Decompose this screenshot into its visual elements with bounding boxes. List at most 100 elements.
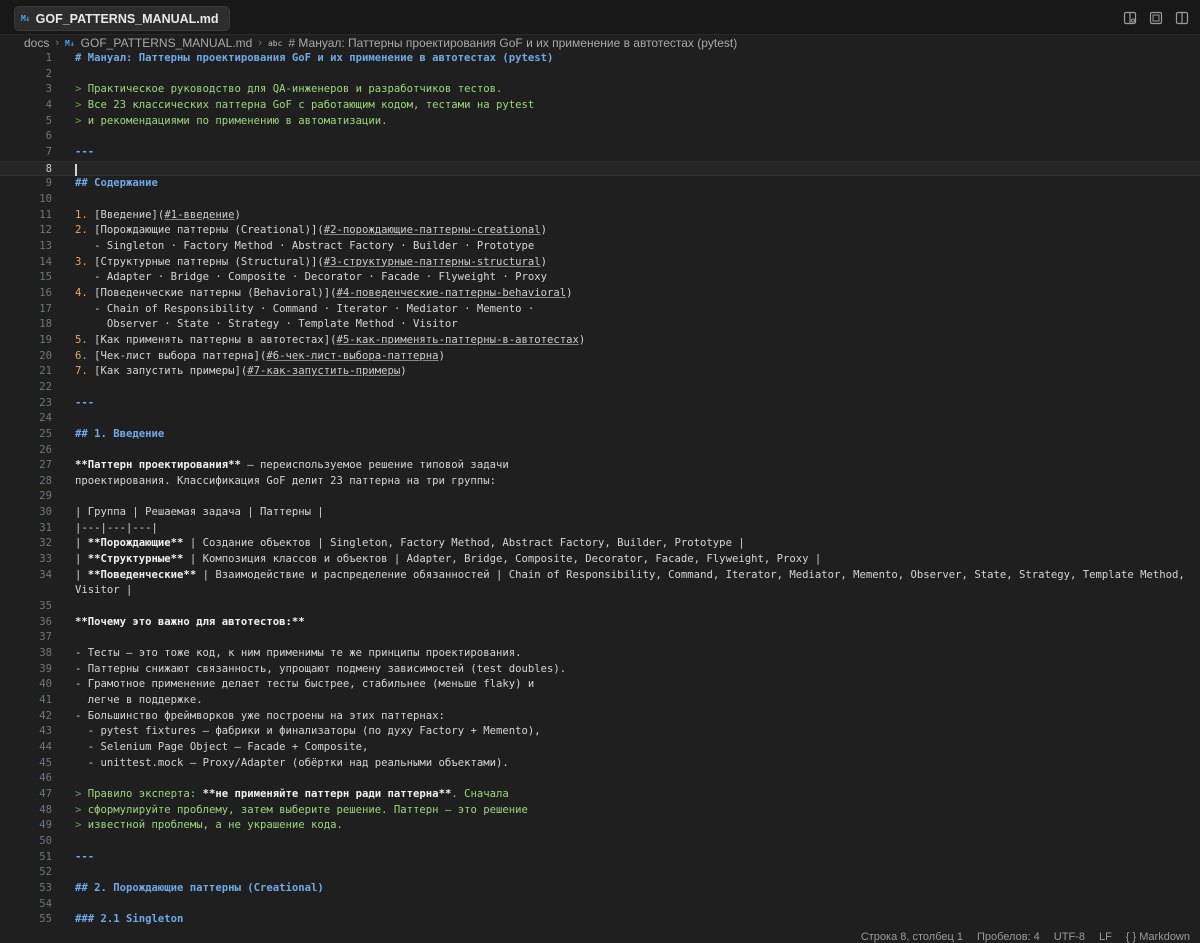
- editor-line[interactable]: 26: [0, 443, 1200, 459]
- token[interactable]: #4-поведенческие-паттерны-behavioral: [337, 287, 567, 299]
- status-language[interactable]: { } Markdown: [1126, 931, 1190, 943]
- editor-line[interactable]: 13 - Singleton · Factory Method · Abstra…: [0, 239, 1200, 255]
- token: [Как применять паттерны в автотестах](: [94, 333, 337, 346]
- editor-line[interactable]: 22: [0, 380, 1200, 396]
- editor-line[interactable]: 36 **Почему это важно для автотестов:**: [0, 615, 1200, 631]
- line-content: > известной проблемы, а не украшение код…: [75, 818, 343, 834]
- editor-line[interactable]: 15 - Adapter · Bridge · Composite · Deco…: [0, 270, 1200, 286]
- editor-line[interactable]: 40 - Грамотное применение делает тесты бы…: [0, 677, 1200, 693]
- line-number: 10: [39, 192, 52, 205]
- editor-line[interactable]: 32 | **Порождающие** | Создание объектов …: [0, 536, 1200, 552]
- editor-line[interactable]: 51 ---: [0, 850, 1200, 866]
- token: - Большинство фреймворков уже построены …: [75, 709, 445, 722]
- editor-line[interactable]: 52: [0, 865, 1200, 881]
- line-number: 54: [39, 897, 52, 910]
- editor-line[interactable]: 53 ## 2. Порождающие паттерны (Creational…: [0, 881, 1200, 897]
- line-content: **Паттерн проектирования** — переиспольз…: [75, 458, 509, 474]
- editor-line[interactable]: 17 - Chain of Responsibility · Command ·…: [0, 302, 1200, 318]
- status-position[interactable]: Строка 8, столбец 1: [861, 931, 963, 943]
- editor-line[interactable]: 47 > Правило эксперта: **не применяйте па…: [0, 787, 1200, 803]
- editor-line[interactable]: 2: [0, 67, 1200, 83]
- editor-line[interactable]: 25 ## 1. Введение: [0, 427, 1200, 443]
- editor-line[interactable]: 28 проектирования. Классификация GoF дели…: [0, 474, 1200, 490]
- token: [Поведенческие паттерны (Behavioral)](: [94, 286, 337, 299]
- line-content: > Практическое руководство для QA-инжене…: [75, 82, 502, 98]
- editor-line[interactable]: 4 > Все 23 классических паттерна GoF с ра…: [0, 98, 1200, 114]
- editor-line[interactable]: 48 > сформулируйте проблему, затем выбери…: [0, 803, 1200, 819]
- editor-line[interactable]: 49 > известной проблемы, а не украшение к…: [0, 818, 1200, 834]
- tab-gof-manual[interactable]: M↓ GOF_PATTERNS_MANUAL.md: [14, 6, 230, 31]
- editor-line[interactable]: 50: [0, 834, 1200, 850]
- token: ### 2.1 Singleton: [75, 913, 184, 926]
- line-number: 33: [39, 553, 52, 566]
- status-spaces[interactable]: Пробелов: 4: [977, 931, 1040, 943]
- editor-line[interactable]: 1 # Мануал: Паттерны проектирования GoF и…: [0, 51, 1200, 67]
- editor-line[interactable]: 54: [0, 897, 1200, 913]
- token[interactable]: #5-как-применять-паттерны-в-автотестах: [337, 334, 579, 346]
- editor-line[interactable]: 5 > и рекомендациями по применению в авто…: [0, 114, 1200, 130]
- editor-line[interactable]: 10: [0, 192, 1200, 208]
- token[interactable]: #7-как-запустить-примеры: [247, 365, 400, 377]
- editor-line[interactable]: 35: [0, 599, 1200, 615]
- token: — переиспользуемое решение типовой задач…: [240, 459, 509, 472]
- editor-line[interactable]: 19 5. [Как применять паттерны в автотеста…: [0, 333, 1200, 349]
- token[interactable]: #6-чек-лист-выбора-паттерна: [266, 350, 438, 362]
- markdown-icon: M↓: [21, 14, 30, 23]
- editor-line[interactable]: 39 - Паттерны снижают связанность, упроща…: [0, 662, 1200, 678]
- editor-line[interactable]: 14 3. [Структурные паттерны (Structural)]…: [0, 255, 1200, 271]
- editor-line[interactable]: 18 Observer · State · Strategy · Templat…: [0, 317, 1200, 333]
- breadcrumb-file[interactable]: GOF_PATTERNS_MANUAL.md: [81, 36, 253, 50]
- editor-line[interactable]: 6: [0, 129, 1200, 145]
- editor-line[interactable]: 37: [0, 630, 1200, 646]
- editor-line[interactable]: 45 - unittest.mock — Proxy/Adapter (обёр…: [0, 756, 1200, 772]
- status-encoding[interactable]: UTF-8: [1054, 931, 1085, 943]
- editor-line[interactable]: 11 1. [Введение](#1-введение): [0, 208, 1200, 224]
- line-number: 2: [45, 67, 52, 80]
- editor-line[interactable]: 55 ### 2.1 Singleton: [0, 912, 1200, 928]
- editor-line[interactable]: 41 легче в поддержке.: [0, 693, 1200, 709]
- editor-line[interactable]: 27 **Паттерн проектирования** — переиспол…: [0, 458, 1200, 474]
- editor-line[interactable]: 46: [0, 771, 1200, 787]
- editor-line[interactable]: Visitor |: [0, 583, 1200, 599]
- editor-line[interactable]: 20 6. [Чек-лист выбора паттерна](#6-чек-л…: [0, 349, 1200, 365]
- breadcrumb: docs › M↓ GOF_PATTERNS_MANUAL.md › abc #…: [0, 35, 1200, 51]
- editor[interactable]: 1 # Мануал: Паттерны проектирования GoF и…: [0, 51, 1200, 931]
- token[interactable]: #1-введение: [164, 209, 234, 221]
- editor-line[interactable]: 38 - Тесты — это тоже код, к ним применим…: [0, 646, 1200, 662]
- breadcrumb-folder[interactable]: docs: [24, 36, 49, 50]
- token[interactable]: #2-порождающие-паттерны-creational: [324, 224, 541, 236]
- editor-line[interactable]: 34 | **Поведенческие** | Взаимодействие и…: [0, 568, 1200, 584]
- editor-line[interactable]: 42 - Большинство фреймворков уже построен…: [0, 709, 1200, 725]
- editor-line[interactable]: 29: [0, 489, 1200, 505]
- line-number: 48: [39, 803, 52, 816]
- editor-line[interactable]: 44 - Selenium Page Object — Facade + Com…: [0, 740, 1200, 756]
- token: [Чек-лист выбора паттерна](: [94, 349, 267, 362]
- editor-line[interactable]: 9 ## Содержание: [0, 176, 1200, 192]
- line-number: 34: [39, 568, 52, 581]
- line-content: - Chain of Responsibility · Command · It…: [75, 302, 534, 318]
- status-eol[interactable]: LF: [1099, 931, 1112, 943]
- editor-line[interactable]: 7 ---: [0, 145, 1200, 161]
- editor-line[interactable]: 33 | **Структурные** | Композиция классов…: [0, 552, 1200, 568]
- editor-line[interactable]: 43 - pytest fixtures — фабрики и финализ…: [0, 724, 1200, 740]
- editor-line[interactable]: 16 4. [Поведенческие паттерны (Behavioral…: [0, 286, 1200, 302]
- editor-line[interactable]: 31 |---|---|---|: [0, 521, 1200, 537]
- line-content: ## Содержание: [75, 176, 158, 192]
- token[interactable]: #3-структурные-паттерны-structural: [324, 256, 541, 268]
- open-preview-side-icon[interactable]: [1148, 10, 1164, 26]
- line-number: 41: [39, 694, 52, 707]
- line-number: 18: [39, 318, 52, 331]
- open-preview-icon[interactable]: [1122, 10, 1138, 26]
- editor-line[interactable]: 30 | Группа | Решаемая задача | Паттерны …: [0, 505, 1200, 521]
- token: **не применяйте паттерн ради паттерна**: [202, 788, 452, 801]
- editor-line[interactable]: 8: [0, 160, 1200, 177]
- editor-line[interactable]: 21 7. [Как запустить примеры](#7-как-запу…: [0, 364, 1200, 380]
- editor-line[interactable]: 24: [0, 411, 1200, 427]
- split-editor-icon[interactable]: [1174, 10, 1190, 26]
- breadcrumb-symbol[interactable]: # Мануал: Паттерны проектирования GoF и …: [288, 36, 737, 50]
- editor-line[interactable]: 23 ---: [0, 396, 1200, 412]
- editor-line[interactable]: 12 2. [Порождающие паттерны (Creational)]…: [0, 223, 1200, 239]
- editor-line[interactable]: 3 > Практическое руководство для QA-инжен…: [0, 82, 1200, 98]
